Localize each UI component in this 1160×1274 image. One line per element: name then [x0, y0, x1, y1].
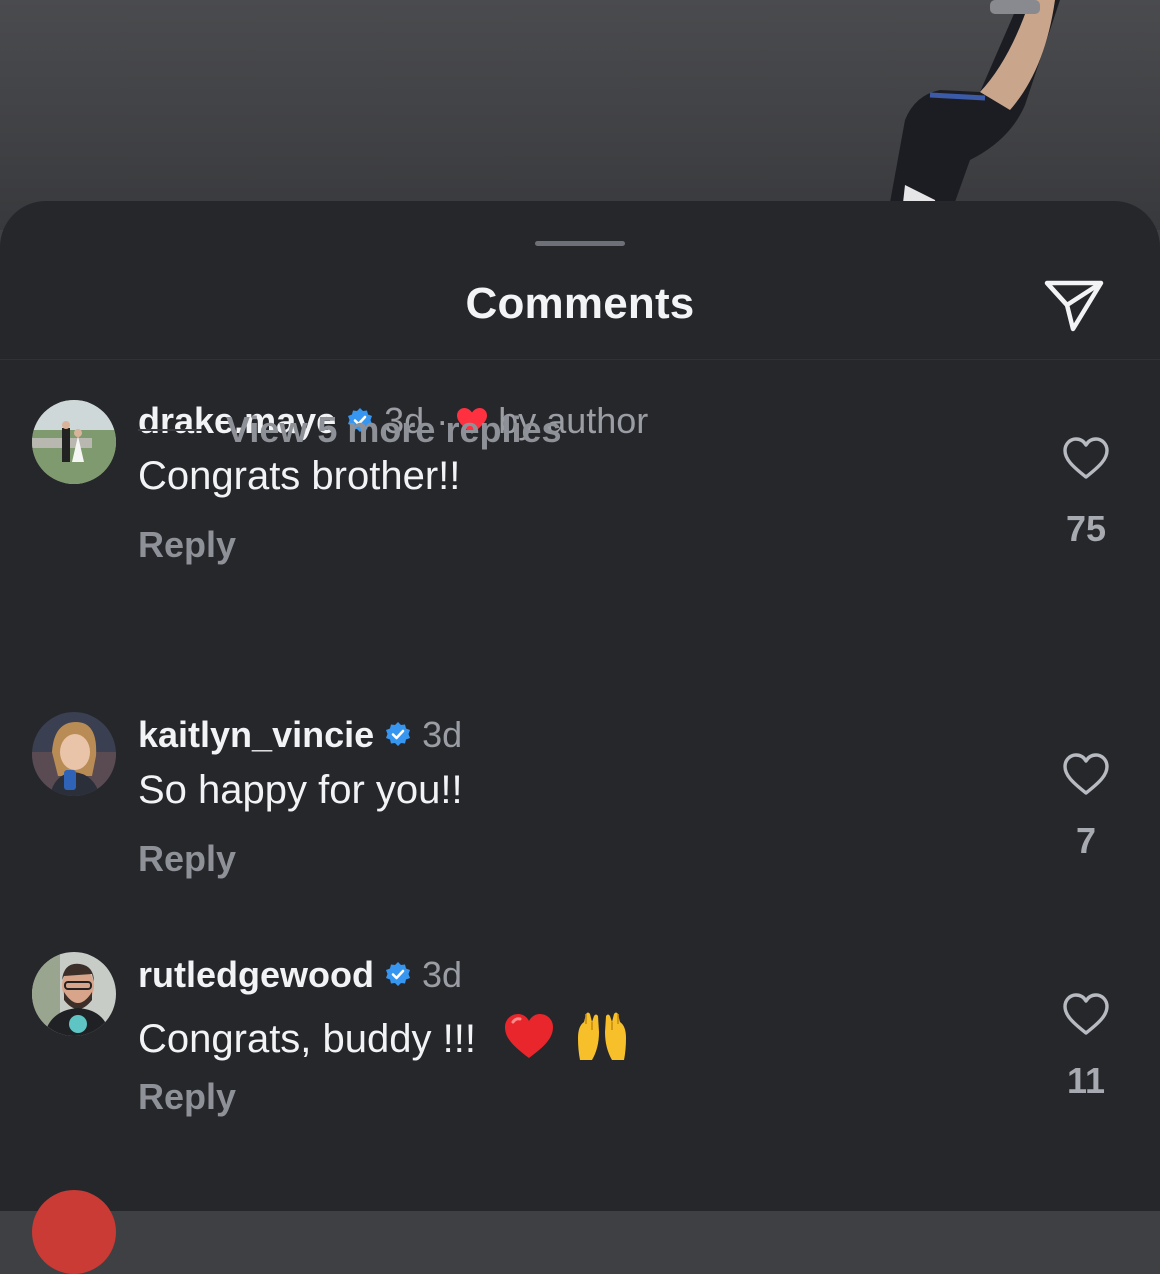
verified-badge-icon: [386, 962, 410, 986]
avatar[interactable]: [32, 400, 116, 484]
comment-timestamp: 3d: [422, 954, 463, 995]
like-count: 11: [1066, 1060, 1106, 1101]
heart-outline-icon[interactable]: [1062, 436, 1110, 480]
post-image-backdrop: [0, 0, 1160, 230]
header-divider: [0, 359, 1160, 360]
raising-hands-icon: [578, 1012, 627, 1060]
view-replies-label: View 5 more replies: [226, 409, 562, 450]
avatar[interactable]: [32, 952, 116, 1036]
comment-timestamp: 3d: [422, 714, 463, 755]
reply-button[interactable]: Reply: [138, 838, 236, 880]
comment-item: rutledgewood 3d Congrats, buddy !!! Repl…: [0, 952, 1160, 1152]
red-heart-icon: [505, 1014, 554, 1058]
paper-plane-icon[interactable]: [1043, 277, 1105, 333]
comment-username[interactable]: rutledgewood: [138, 954, 374, 996]
like-count: 7: [1075, 820, 1097, 861]
comment-text: Congrats brother!!: [138, 454, 461, 498]
comment-username[interactable]: kaitlyn_vincie: [138, 714, 374, 756]
reply-button[interactable]: Reply: [138, 1076, 236, 1118]
comment-text-row: Congrats, buddy !!!: [138, 1008, 630, 1062]
comment-text: So happy for you!!: [138, 768, 463, 812]
sheet-title: Comments: [465, 279, 695, 328]
like-count: 75: [1065, 508, 1107, 549]
drag-handle[interactable]: [535, 241, 625, 246]
view-more-replies-button[interactable]: View 5 more replies: [138, 408, 562, 452]
avatar[interactable]: [32, 1190, 116, 1274]
heart-outline-icon[interactable]: [1062, 752, 1110, 796]
athlete-arm-image: [885, 0, 1060, 230]
comment-item: kaitlyn_vincie 3d So happy for you!! Rep…: [0, 712, 1160, 912]
verified-badge-icon: [386, 722, 411, 746]
heart-outline-icon[interactable]: [1062, 992, 1110, 1036]
reply-button[interactable]: Reply: [138, 524, 236, 566]
avatar[interactable]: [32, 712, 116, 796]
comment-text: Congrats, buddy !!!: [138, 1017, 476, 1061]
replies-divider-line: [138, 429, 202, 431]
